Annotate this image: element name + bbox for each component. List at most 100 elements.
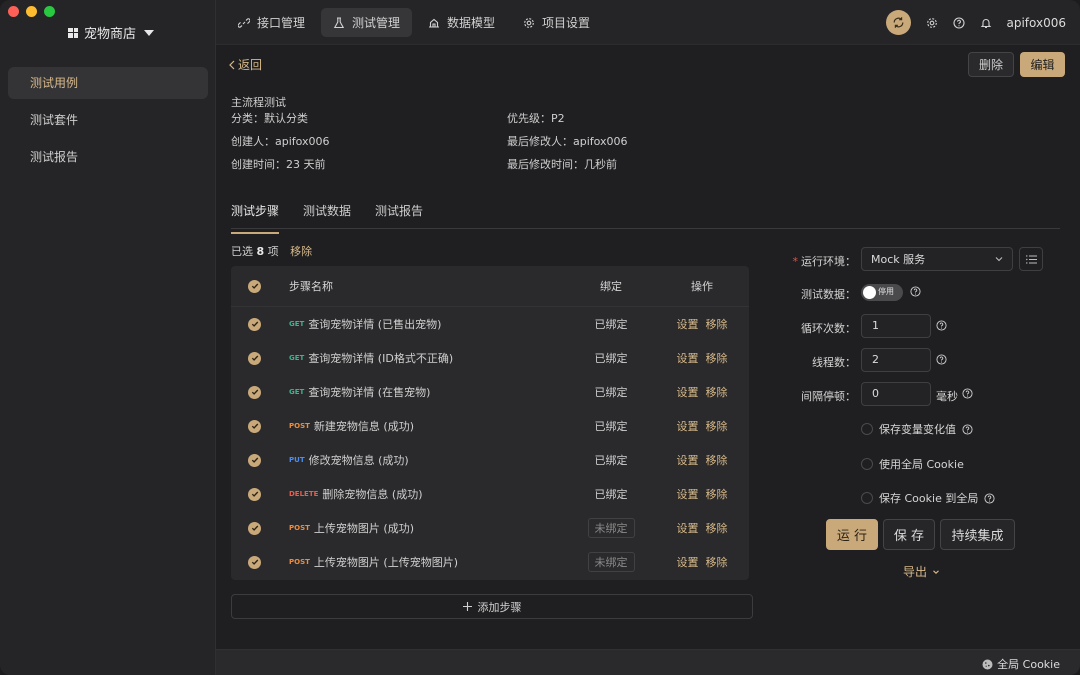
sync-button[interactable] xyxy=(886,10,912,35)
help-icon[interactable] xyxy=(910,286,921,297)
table-row[interactable]: GET 查询宠物详情 (ID格式不正确) 已绑定 设置 移除 xyxy=(231,341,749,375)
step-name-cell: POST 上传宠物图片 (上传宠物图片) xyxy=(289,554,567,570)
row-checkbox[interactable] xyxy=(248,555,261,569)
table-row[interactable]: PUT 修改宠物信息 (成功) 已绑定 设置 移除 xyxy=(231,443,749,477)
save-button[interactable]: 保 存 xyxy=(883,519,935,550)
sidebar-item-test-reports[interactable]: 测试报告 xyxy=(8,141,208,173)
table-row[interactable]: POST 新建宠物信息 (成功) 已绑定 设置 移除 xyxy=(231,409,749,443)
help-icon[interactable] xyxy=(984,492,995,504)
plus-icon xyxy=(462,602,472,611)
help-icon[interactable] xyxy=(962,388,973,399)
row-settings-link[interactable]: 设置 xyxy=(677,418,699,434)
sidebar-item-test-cases[interactable]: 测试用例 xyxy=(8,67,208,99)
row-settings-link[interactable]: 设置 xyxy=(677,520,699,536)
username[interactable]: apifox006 xyxy=(1006,16,1066,30)
row-settings-link[interactable]: 设置 xyxy=(677,452,699,468)
row-remove-link[interactable]: 移除 xyxy=(706,418,728,434)
row-remove-link[interactable]: 移除 xyxy=(706,486,728,502)
step-name[interactable]: 上传宠物图片 (上传宠物图片) xyxy=(314,554,458,570)
row-checkbox[interactable] xyxy=(248,453,261,467)
sidebar-item-test-suites[interactable]: 测试套件 xyxy=(8,104,208,136)
help-button[interactable] xyxy=(952,16,965,29)
row-remove-link[interactable]: 移除 xyxy=(706,452,728,468)
subtab-test-data[interactable]: 测试数据 xyxy=(303,202,351,234)
row-remove-link[interactable]: 移除 xyxy=(706,350,728,366)
row-settings-link[interactable]: 设置 xyxy=(677,554,699,570)
remove-selected-link[interactable]: 移除 xyxy=(290,245,312,258)
maximize-window-button[interactable] xyxy=(44,6,55,17)
loop-count-input[interactable]: 1 xyxy=(861,314,931,338)
main-tabs: 接口管理 测试管理 数据模型 项目设置 xyxy=(226,8,602,37)
bind-status: 已绑定 xyxy=(594,386,628,399)
row-checkbox[interactable] xyxy=(248,419,261,433)
add-step-button[interactable]: 添加步骤 xyxy=(231,594,753,619)
minimize-window-button[interactable] xyxy=(26,6,37,17)
row-remove-link[interactable]: 移除 xyxy=(706,316,728,332)
ci-button[interactable]: 持续集成 xyxy=(940,519,1015,550)
save-cookie-label: 保存 Cookie 到全局 xyxy=(879,492,979,505)
step-name[interactable]: 上传宠物图片 (成功) xyxy=(314,520,414,536)
meta-modified-time: 最后修改时间：几秒前 xyxy=(507,158,617,171)
step-name[interactable]: 查询宠物详情 (ID格式不正确) xyxy=(308,350,453,366)
save-cookie-option[interactable]: 保存 Cookie 到全局 xyxy=(861,490,995,506)
table-row[interactable]: DELETE 删除宠物信息 (成功) 已绑定 设置 移除 xyxy=(231,477,749,511)
step-name[interactable]: 新建宠物信息 (成功) xyxy=(314,418,414,434)
flask-icon xyxy=(333,16,345,28)
row-settings-link[interactable]: 设置 xyxy=(677,316,699,332)
top-bar: 接口管理 测试管理 数据模型 项目设置 apifox006 xyxy=(216,0,1080,45)
subtab-test-steps[interactable]: 测试步骤 xyxy=(231,202,280,234)
export-dropdown[interactable]: 导出 xyxy=(903,563,940,580)
step-name[interactable]: 删除宠物信息 (成功) xyxy=(322,486,422,502)
row-settings-link[interactable]: 设置 xyxy=(677,350,699,366)
global-cookie-checkbox[interactable] xyxy=(861,458,873,470)
table-row[interactable]: GET 查询宠物详情 (在售宠物) 已绑定 设置 移除 xyxy=(231,375,749,409)
table-row[interactable]: GET 查询宠物详情 (已售出宠物) 已绑定 设置 移除 xyxy=(231,307,749,341)
global-cookie-button[interactable]: 全局 Cookie xyxy=(982,656,1060,672)
step-name[interactable]: 查询宠物详情 (已售出宠物) xyxy=(308,316,441,332)
row-checkbox[interactable] xyxy=(248,351,261,365)
row-settings-link[interactable]: 设置 xyxy=(677,384,699,400)
edit-button[interactable]: 编辑 xyxy=(1020,52,1065,77)
bind-status: 已绑定 xyxy=(594,352,628,365)
env-select[interactable]: Mock 服务 xyxy=(861,247,1013,271)
delete-button[interactable]: 删除 xyxy=(968,52,1014,77)
row-checkbox[interactable] xyxy=(248,385,261,399)
select-all-checkbox[interactable] xyxy=(248,279,261,293)
step-name[interactable]: 修改宠物信息 (成功) xyxy=(309,452,409,468)
save-variable-option[interactable]: 保存变量变化值 xyxy=(861,421,973,437)
tab-test-management[interactable]: 测试管理 xyxy=(321,8,413,37)
project-switcher[interactable]: 宠物商店 xyxy=(68,23,155,42)
settings-button[interactable] xyxy=(925,16,938,29)
row-remove-link[interactable]: 移除 xyxy=(706,520,728,536)
row-checkbox[interactable] xyxy=(248,521,261,535)
subtab-test-report[interactable]: 测试报告 xyxy=(375,202,423,234)
env-value: Mock 服务 xyxy=(871,253,926,266)
step-name[interactable]: 查询宠物详情 (在售宠物) xyxy=(308,384,430,400)
project-name: 宠物商店 xyxy=(84,27,137,42)
table-row[interactable]: POST 上传宠物图片 (上传宠物图片) 未绑定 设置 移除 xyxy=(231,545,749,579)
save-variable-checkbox[interactable] xyxy=(861,423,873,435)
test-data-toggle[interactable]: 停用 xyxy=(861,284,903,301)
tab-project-settings[interactable]: 项目设置 xyxy=(511,8,602,37)
tab-data-models[interactable]: 数据模型 xyxy=(416,8,507,37)
row-remove-link[interactable]: 移除 xyxy=(706,384,728,400)
row-checkbox[interactable] xyxy=(248,487,261,501)
row-remove-link[interactable]: 移除 xyxy=(706,554,728,570)
back-link[interactable]: 返回 xyxy=(228,56,262,73)
help-icon[interactable] xyxy=(936,354,947,365)
run-button[interactable]: 运 行 xyxy=(826,519,878,550)
notifications-button[interactable] xyxy=(979,16,992,29)
env-list-button[interactable] xyxy=(1019,247,1043,271)
interval-input[interactable]: 0 xyxy=(861,382,931,406)
tab-api-management[interactable]: 接口管理 xyxy=(226,8,317,37)
help-icon[interactable] xyxy=(936,320,947,331)
row-settings-link[interactable]: 设置 xyxy=(677,486,699,502)
save-cookie-checkbox[interactable] xyxy=(861,492,873,504)
help-icon[interactable] xyxy=(962,423,973,435)
row-checkbox[interactable] xyxy=(248,317,261,331)
thread-count-input[interactable]: 2 xyxy=(861,348,931,372)
close-window-button[interactable] xyxy=(8,6,19,17)
toggle-knob xyxy=(863,286,876,299)
table-row[interactable]: POST 上传宠物图片 (成功) 未绑定 设置 移除 xyxy=(231,511,749,545)
global-cookie-option[interactable]: 使用全局 Cookie xyxy=(861,456,964,472)
